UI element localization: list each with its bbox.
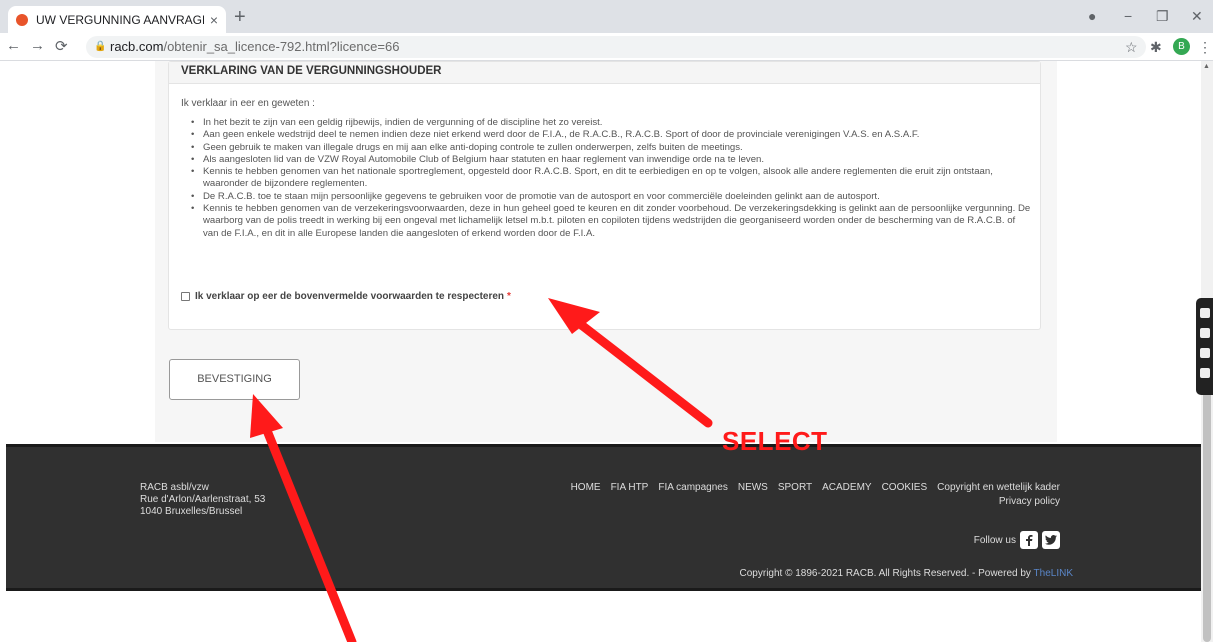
list-item: Kennis te hebben genomen van het nationa… <box>191 166 1031 191</box>
required-marker: * <box>507 291 511 302</box>
declaration-heading: VERKLARING VAN DE VERGUNNINGSHOUDER <box>169 62 1040 84</box>
list-item: Kennis te hebben genomen van de verzeker… <box>191 203 1031 240</box>
list-item: Geen gebruik te maken van illegale drugs… <box>191 142 1031 155</box>
scroll-up-icon[interactable]: ▲ <box>1203 63 1210 70</box>
lock-icon: 🔒 <box>94 41 107 52</box>
tab-close-icon[interactable]: × <box>210 12 218 28</box>
gear-icon[interactable] <box>1199 368 1210 378</box>
address-toolbar: ← → ⟳ 🔒 racb.com/obtenir_sa_licence-792.… <box>0 33 1213 61</box>
declaration-clauses: In het bezit te zijn van een geldig rijb… <box>191 117 1031 240</box>
confirm-button[interactable]: BEVESTIGING <box>169 359 300 400</box>
close-window-icon[interactable]: ✕ <box>1191 8 1203 25</box>
declaration-consent[interactable]: Ik verklaar op eer de bovenvermelde voor… <box>181 291 511 302</box>
footer-link-news[interactable]: NEWS <box>738 482 768 493</box>
back-icon[interactable]: ← <box>6 37 21 54</box>
scrollbar-thumb[interactable] <box>1203 375 1211 642</box>
follow-us-label: Follow us <box>973 534 1016 546</box>
footer-address: RACB asbl/vzw Rue d'Arlon/Aarlenstraat, … <box>140 482 266 517</box>
footer-link-sport[interactable]: SPORT <box>778 482 812 493</box>
footer-copyright: Copyright © 1896-2021 RACB. All Rights R… <box>739 568 1073 579</box>
url-host: racb.com <box>110 39 164 54</box>
footer-link-academy[interactable]: ACADEMY <box>822 482 871 493</box>
list-item: Als aangesloten lid van de VZW Royal Aut… <box>191 154 1031 167</box>
site-footer: RACB asbl/vzw Rue d'Arlon/Aarlenstraat, … <box>6 444 1213 591</box>
twitter-icon[interactable] <box>1042 531 1060 549</box>
declaration-intro: Ik verklaar in eer en geweten : <box>181 98 315 109</box>
profile-avatar[interactable]: B <box>1173 38 1190 55</box>
facebook-icon[interactable] <box>1020 531 1038 549</box>
video-icon[interactable] <box>1199 328 1210 338</box>
screen-tools-sidebar <box>1196 298 1213 395</box>
extension-record-icon[interactable]: ● <box>1088 8 1096 24</box>
footer-link-privacy[interactable]: Privacy policy <box>999 496 1060 507</box>
browser-menu-icon[interactable]: ⋮ <box>1198 39 1212 56</box>
footer-link-copyright[interactable]: Copyright en wettelijk kader <box>937 482 1060 493</box>
powered-by-link[interactable]: TheLINK <box>1034 568 1073 579</box>
footer-link-fia-htp[interactable]: FIA HTP <box>611 482 649 493</box>
extensions-puzzle-icon[interactable]: ✱ <box>1150 39 1162 56</box>
tab-title: UW VERGUNNING AANVRAGEN <box>36 12 204 27</box>
new-tab-icon[interactable]: + <box>234 7 246 27</box>
footer-link-home[interactable]: HOME <box>571 482 601 493</box>
minimize-icon[interactable]: − <box>1124 8 1132 24</box>
list-item: Aan geen enkele wedstrijd deel te nemen … <box>191 129 1031 142</box>
reload-icon[interactable]: ⟳ <box>55 37 68 55</box>
bookmark-star-icon[interactable]: ☆ <box>1125 39 1138 56</box>
forward-icon[interactable]: → <box>30 37 45 54</box>
declaration-checkbox[interactable] <box>181 292 190 301</box>
list-item: De R.A.C.B. toe te staan mijn persoonlij… <box>191 191 1031 204</box>
racb-favicon-icon <box>16 13 28 26</box>
page-viewport: VERKLARING VAN DE VERGUNNINGSHOUDER Ik v… <box>0 61 1213 642</box>
restore-icon[interactable]: ❐ <box>1156 8 1169 25</box>
declaration-panel: VERKLARING VAN DE VERGUNNINGSHOUDER Ik v… <box>168 61 1041 330</box>
license-form-card: VERKLARING VAN DE VERGUNNINGSHOUDER Ik v… <box>155 61 1057 442</box>
browser-tab[interactable]: UW VERGUNNING AANVRAGEN × <box>8 6 226 33</box>
footer-link-cookies[interactable]: COOKIES <box>882 482 928 493</box>
gallery-icon[interactable] <box>1199 348 1210 358</box>
url-bar[interactable]: 🔒 racb.com/obtenir_sa_licence-792.html?l… <box>86 36 1146 58</box>
footer-nav: HOME FIA HTP FIA campagnes NEWS SPORT AC… <box>561 482 1060 493</box>
camera-icon[interactable] <box>1199 308 1210 318</box>
list-item: In het bezit te zijn van een geldig rijb… <box>191 117 1031 130</box>
footer-link-fia-campagnes[interactable]: FIA campagnes <box>658 482 727 493</box>
browser-tab-strip: UW VERGUNNING AANVRAGEN × + ● − ❐ ✕ <box>0 0 1213 33</box>
select-annotation-label: SELECT <box>722 426 828 456</box>
declaration-checkbox-label: Ik verklaar op eer de bovenvermelde voor… <box>195 291 505 302</box>
follow-us: Follow us <box>974 531 1060 549</box>
url-path: /obtenir_sa_licence-792.html?licence=66 <box>163 39 400 54</box>
